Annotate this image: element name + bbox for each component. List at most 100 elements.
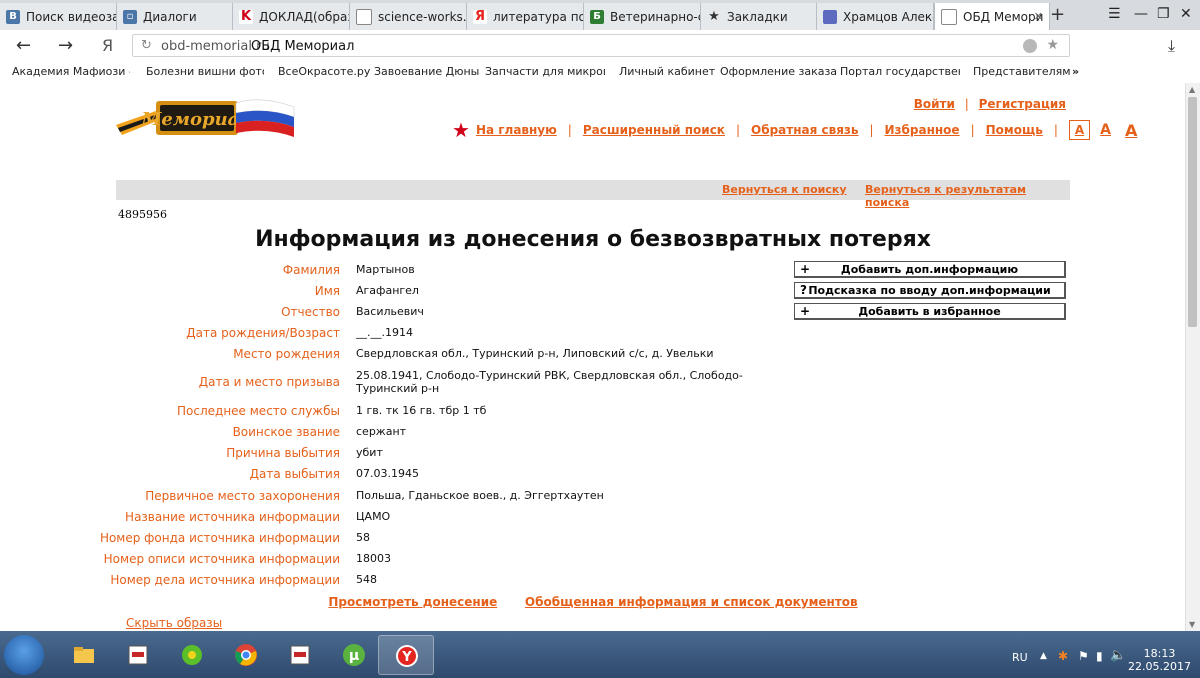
tab-doklad[interactable]: K ДОКЛАД(образ (233, 3, 350, 30)
nav-home[interactable]: На главную (476, 123, 557, 137)
yandex-logo-icon[interactable]: Я (102, 36, 113, 55)
start-button[interactable] (4, 635, 44, 675)
menu-icon[interactable]: ☰ (1108, 6, 1121, 22)
flag-tray-icon[interactable]: ⚑ (1078, 649, 1089, 663)
bookmark-item[interactable]: Личный кабинет (619, 65, 715, 78)
forward-button[interactable]: → (58, 35, 73, 56)
tab-bookmarks[interactable]: ★ Закладки (701, 3, 817, 30)
bookmark-item[interactable]: Болезни вишни фото с (146, 65, 264, 78)
taskbar-yandex-browser[interactable]: Y (378, 635, 434, 675)
download-icon[interactable]: ⤓ (1168, 36, 1175, 56)
field-value: __.__.1914 (356, 326, 413, 339)
bookmark-item[interactable]: Завоевание Дюны (374, 65, 479, 78)
taskbar-explorer[interactable] (56, 635, 112, 675)
button-label: Добавить доп.информацию (840, 263, 1019, 276)
tab-vk-search[interactable]: В Поиск видеозап (0, 3, 117, 30)
nav-favorites[interactable]: Избранное (885, 123, 960, 137)
icq-flower-icon (182, 645, 202, 665)
signal-tray-icon[interactable]: ▮ (1096, 649, 1103, 663)
tab-label: Ветеринарно-са (610, 9, 700, 24)
close-window-button[interactable]: ✕ (1180, 6, 1192, 22)
bookmark-star-icon[interactable]: ★ (1046, 37, 1059, 53)
taskbar-utorrent[interactable]: µ (326, 635, 382, 675)
back-to-results-link[interactable]: Вернуться к результатам поиска (865, 183, 1070, 209)
bookmark-item[interactable]: Оформление заказа (720, 65, 837, 78)
field-value: ЦАМО (356, 510, 391, 523)
volume-icon[interactable]: 🔈 (1110, 648, 1126, 663)
view-report-link[interactable]: Просмотреть донесение (328, 595, 497, 609)
font-size-large[interactable]: A (1125, 121, 1137, 140)
clock-time: 18:13 (1143, 647, 1176, 660)
nav-feedback[interactable]: Обратная связь (751, 123, 858, 137)
field-label: Имя (314, 284, 340, 298)
windows-taskbar: µ Y RU ▲ ✱ ⚑ ▮ 🔈 18:13 22.05.2017 (0, 631, 1200, 678)
reload-icon[interactable]: ↻ (141, 38, 152, 53)
summary-docs-link[interactable]: Обобщенная информация и список документо… (525, 595, 858, 609)
field-value: Мартынов (356, 263, 415, 276)
scroll-down-icon[interactable]: ▼ (1189, 620, 1195, 629)
field-label: Номер дела источника информации (110, 573, 340, 587)
tab-label: Диалоги (143, 9, 197, 24)
tab-literature[interactable]: Я литература по в (467, 3, 584, 30)
tab-obd-memorial[interactable]: ОБД Мемори ✕ (934, 3, 1050, 30)
tab-veterinary[interactable]: Б Ветеринарно-са (584, 3, 701, 30)
document-app-icon (128, 645, 148, 665)
translate-icon[interactable] (1023, 39, 1037, 53)
nav-advanced-search[interactable]: Расширенный поиск (583, 123, 725, 137)
bookmark-item[interactable]: Запчасти для микрово (485, 65, 605, 78)
font-size-medium[interactable]: A (1100, 122, 1111, 138)
utorrent-icon: µ (343, 644, 365, 666)
address-toolbar: ← → Я ↻ obd-memorial.ru ОБД Мемориал ★ 7… (0, 30, 1200, 82)
bookmark-item[interactable]: Академия Мафиози - с (12, 65, 130, 78)
field-label: Последнее место службы (177, 404, 340, 418)
register-link[interactable]: Регистрация (979, 97, 1066, 111)
clock[interactable]: 18:13 22.05.2017 (1128, 647, 1191, 673)
scroll-thumb[interactable] (1188, 97, 1197, 327)
more-bookmarks-button[interactable]: » (1072, 65, 1079, 78)
nav-help[interactable]: Помощь (986, 123, 1043, 137)
minimize-button[interactable]: — (1134, 6, 1148, 22)
tab-label: science-works.rc (378, 9, 467, 24)
close-tab-icon[interactable]: ✕ (1034, 10, 1043, 23)
back-to-search-link[interactable]: Вернуться к поиску (722, 183, 847, 196)
page-icon (356, 8, 372, 25)
maximize-button[interactable]: ❐ (1157, 6, 1170, 22)
new-tab-button[interactable]: + (1050, 4, 1065, 25)
auth-links: Войти | Регистрация (913, 97, 1066, 111)
search-return-bar: Вернуться к поиску Вернуться к результат… (116, 180, 1070, 209)
tray-expand-icon[interactable]: ▲ (1040, 651, 1047, 661)
scroll-up-icon[interactable]: ▲ (1189, 85, 1195, 94)
input-hint-button[interactable]: ? Подсказка по вводу доп.информации (794, 282, 1066, 299)
yandex-icon: Я (473, 9, 487, 24)
page-scrollbar[interactable]: ▲ ▼ (1185, 83, 1200, 631)
add-to-favorites-button[interactable]: + Добавить в избранное (794, 303, 1066, 320)
memorial-logo[interactable]: Мемориал (116, 95, 301, 147)
taskbar-icq[interactable] (164, 635, 220, 675)
taskbar-app-2[interactable] (272, 635, 328, 675)
button-label: Подсказка по вводу доп.информации (808, 284, 1051, 297)
taskbar-chrome[interactable] (218, 635, 274, 675)
back-button[interactable]: ← (16, 35, 31, 56)
document-app-icon (290, 645, 310, 665)
field-value: Польша, Гданьское воев., д. Эггертхаутен (356, 489, 604, 502)
tab-label: ОБД Мемори (963, 9, 1044, 24)
tab-khramtsov[interactable]: Храмцов Алекса (817, 3, 934, 30)
login-link[interactable]: Войти (914, 97, 955, 111)
font-size-small[interactable]: A (1068, 120, 1091, 140)
bookmark-item[interactable]: Представителям (973, 65, 1071, 78)
page-icon (941, 8, 957, 25)
hide-images-link[interactable]: Скрыть образы (126, 616, 222, 630)
address-bar[interactable]: ↻ obd-memorial.ru ОБД Мемориал ★ (132, 34, 1070, 57)
vk-icon: В (6, 9, 20, 24)
bookmark-item[interactable]: ВсеОкрасоте.ру (278, 65, 370, 78)
network-tray-icon[interactable]: ✱ (1058, 649, 1068, 663)
add-info-button[interactable]: + Добавить доп.информацию (794, 261, 1066, 278)
taskbar-app-1[interactable] (110, 635, 166, 675)
field-value: 58 (356, 531, 370, 544)
language-indicator[interactable]: RU (1012, 651, 1028, 664)
bookmark-item[interactable]: Портал государственн (840, 65, 960, 78)
tab-science-works[interactable]: science-works.rc (350, 3, 467, 30)
field-label: Фамилия (282, 263, 340, 277)
field-value: сержант (356, 425, 407, 438)
tab-dialogs[interactable]: ▫ Диалоги (117, 3, 233, 30)
